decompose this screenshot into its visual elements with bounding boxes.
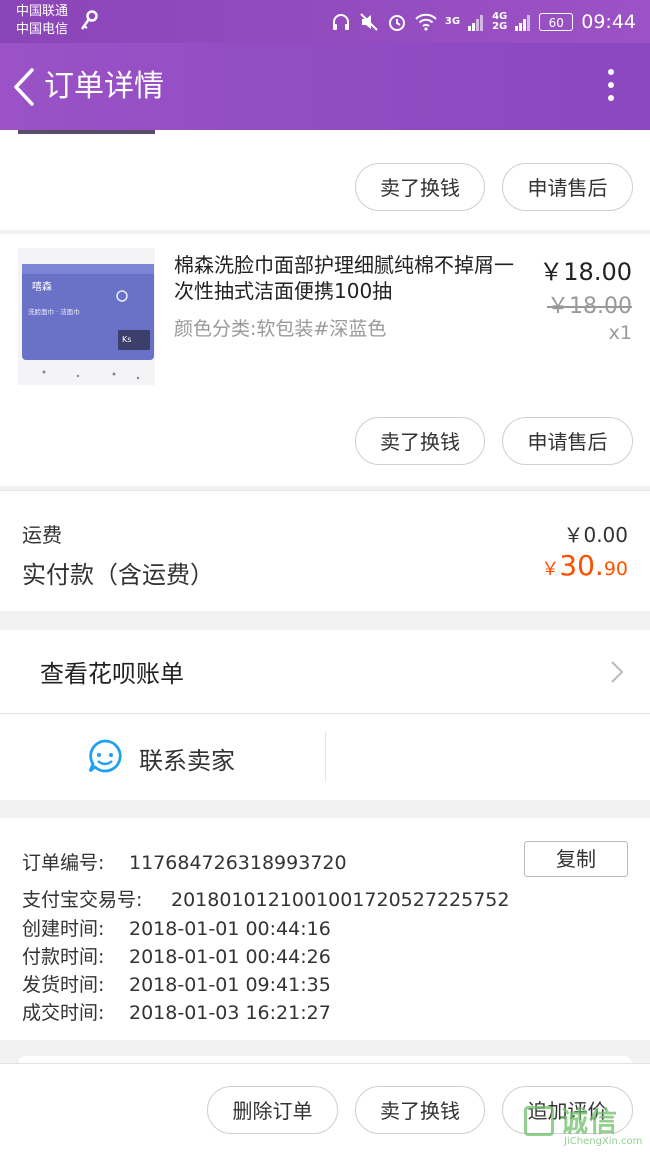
shipped-time-label: 发货时间: [22, 974, 105, 996]
completed-time-label: 成交时间: [22, 1002, 105, 1024]
headphones-icon [332, 14, 349, 30]
order-item-2: 嘻森 洗脸面巾 · 洁面巾 Ks 棉森洗脸巾面部护理细腻纯棉不掉屑一次性抽式洁面… [0, 234, 650, 486]
delete-order-button[interactable]: 删除订单 [207, 1086, 338, 1134]
completed-time-row: 成交时间: 2018-01-03 16:21:27 [22, 998, 331, 1025]
item-2-name[interactable]: 棉森洗脸巾面部护理细腻纯棉不掉屑一次性抽式洁面便携100抽 [174, 252, 524, 304]
item-2-spec: 颜色分类:软包装#深蓝色 [174, 318, 387, 340]
created-time-row: 创建时间: 2018-01-01 00:44:16 [22, 914, 331, 941]
item-1-after-sale-button[interactable]: 申请售后 [502, 163, 633, 211]
price-summary: 运费 ￥0.00 实付款（含运费） ￥30.90 [0, 490, 650, 611]
more-options-icon[interactable] [606, 69, 616, 105]
title-bar: 订单详情 [0, 43, 650, 130]
page-title: 订单详情 [44, 69, 164, 104]
contact-seller-label: 联系卖家 [139, 747, 235, 775]
paid-time-row: 付款时间: 2018-01-01 00:44:26 [22, 942, 331, 969]
created-time-label: 创建时间: [22, 918, 105, 940]
signal-icon-2 [515, 15, 531, 31]
network-type-1: 3G [444, 16, 461, 27]
item-1-sell-button[interactable]: 卖了换钱 [355, 163, 485, 211]
mute-icon [360, 13, 378, 31]
item-2-after-sale-button[interactable]: 申请售后 [502, 417, 633, 465]
carrier-1: 中国联通 [16, 4, 69, 19]
carrier-2: 中国电信 [16, 22, 69, 37]
watermark-logo [524, 1106, 554, 1136]
copy-button[interactable]: 复制 [524, 841, 628, 877]
status-icons: 3G 4G 2G 60 09:44 [331, 6, 636, 38]
item-2-image[interactable]: 嘻森 洗脸面巾 · 洁面巾 Ks [18, 248, 155, 385]
watermark-subtext: JiChengXin.com [564, 1136, 643, 1147]
order-number-row: 订单编号: 117684726318993720 [22, 848, 347, 875]
shipped-time-row: 发货时间: 2018-01-01 09:41:35 [22, 970, 331, 997]
item-1-image [18, 130, 155, 134]
total-currency: ￥ [541, 559, 560, 580]
total-dec: 90 [603, 558, 628, 580]
huabei-label: 查看花呗账单 [40, 660, 184, 688]
paid-time-value: 2018-01-01 00:44:26 [129, 946, 331, 968]
contact-seller-button[interactable]: 联系卖家 [0, 714, 325, 800]
sell-button[interactable]: 卖了换钱 [355, 1086, 485, 1134]
watermark-text: 诚信 [560, 1105, 619, 1138]
chevron-right-icon [611, 661, 624, 683]
completed-time-value: 2018-01-03 16:21:27 [129, 1002, 331, 1024]
contact-divider [325, 732, 326, 782]
item-2-sell-button[interactable]: 卖了换钱 [355, 417, 485, 465]
total-price: ￥30.90 [541, 549, 628, 582]
status-bar: 中国联通 中国电信 3G 4G 2G 60 09:44 [0, 0, 650, 43]
total-label: 实付款（含运费） [22, 561, 214, 589]
network-type-2: 4G 2G [492, 11, 508, 32]
image-text-3: Ks [122, 335, 131, 344]
battery-indicator: 60 [539, 13, 574, 31]
alipay-number-label: 支付宝交易号: [22, 889, 143, 911]
order-info: 订单编号: 117684726318993720 复制 支付宝交易号: 201801… [0, 818, 650, 1040]
key-icon [80, 10, 98, 30]
item-2-original-price: ￥18.00 [547, 294, 632, 319]
alipay-number-row: 支付宝交易号: 2018010121001001720527225752 [22, 885, 509, 912]
image-text-1: 嘻森 [32, 280, 52, 293]
carrier-info: 中国联通 中国电信 [16, 3, 68, 39]
huabei-bill-row[interactable]: 查看花呗账单 [0, 630, 650, 714]
order-item-1: 卖了换钱 申请售后 [0, 130, 650, 230]
shipping-value: ￥0.00 [563, 523, 628, 547]
contact-section: 联系卖家 [0, 714, 650, 800]
chat-bubble-icon [88, 739, 122, 773]
alarm-icon [388, 15, 405, 31]
status-time: 09:44 [581, 11, 636, 33]
image-text-2: 洗脸面巾 · 洁面巾 [28, 307, 80, 316]
item-2-price: ￥18.00 [539, 258, 632, 286]
shipping-label: 运费 [22, 523, 62, 547]
wifi-icon [415, 13, 437, 31]
order-number-label: 订单编号: [22, 852, 105, 874]
paid-time-label: 付款时间: [22, 946, 105, 968]
signal-icon-1 [468, 15, 484, 31]
product-package-image: 嘻森 洗脸面巾 · 洁面巾 Ks [18, 248, 155, 385]
total-int: 30. [559, 549, 604, 582]
shipped-time-value: 2018-01-01 09:41:35 [129, 974, 331, 996]
alipay-number-value: 2018010121001001720527225752 [171, 889, 510, 911]
bottom-action-bar: 删除订单 卖了换钱 追加评价 诚信 JiChengXin.com [0, 1063, 650, 1156]
order-number-value: 117684726318993720 [129, 852, 347, 874]
item-2-quantity: x1 [608, 322, 632, 344]
created-time-value: 2018-01-01 00:44:16 [129, 918, 331, 940]
watermark: 诚信 JiChengXin.com [524, 1100, 644, 1152]
back-arrow-icon[interactable] [12, 67, 36, 107]
